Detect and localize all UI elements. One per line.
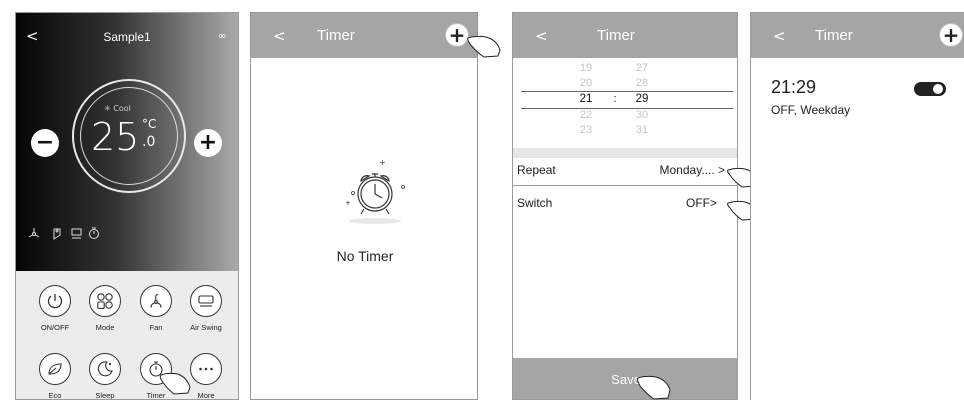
mode-label: ✳ Cool xyxy=(104,104,131,113)
svg-text:+: + xyxy=(379,158,386,167)
empty-state-text: No Timer xyxy=(336,248,394,264)
minute-option[interactable]: 30 xyxy=(627,109,657,121)
fan-status-icon xyxy=(28,228,40,238)
mode-icon xyxy=(97,293,113,309)
hour-option[interactable]: 20 xyxy=(571,77,601,89)
timer-list-screen: < Timer + 21:29 OFF, Weekday xyxy=(750,12,964,400)
swing-status-icon xyxy=(53,228,61,240)
header-bar: < Timer + xyxy=(751,13,964,58)
hour-option[interactable]: 19 xyxy=(571,62,601,74)
more-options-icon[interactable]: ∞ xyxy=(218,31,226,42)
timer-description: OFF, Weekday xyxy=(771,103,851,117)
page-title: Timer xyxy=(597,27,635,44)
timer-status-icon xyxy=(89,227,99,239)
fan-button[interactable] xyxy=(140,285,172,317)
moon-icon xyxy=(97,361,113,377)
fan-label: Fan xyxy=(149,323,163,332)
timer-edit-screen: < Timer 19 20 21 22 23 : 27 28 29 30 31 … xyxy=(512,12,738,400)
sleep-label: Sleep xyxy=(95,391,115,400)
picker-divider xyxy=(521,91,733,92)
add-timer-button[interactable]: + xyxy=(939,23,963,47)
status-icons xyxy=(28,227,99,240)
repeat-value: Monday.... > xyxy=(659,163,725,177)
switch-row[interactable]: Switch OFF> xyxy=(513,196,737,218)
air-swing-button[interactable] xyxy=(190,285,222,317)
increase-temperature-button[interactable]: + xyxy=(194,129,222,157)
leaf-icon xyxy=(48,363,62,375)
picker-divider xyxy=(521,108,733,109)
fan-icon xyxy=(150,293,162,308)
back-button[interactable]: < xyxy=(273,27,286,45)
repeat-label: Repeat xyxy=(517,163,556,177)
mode-button[interactable] xyxy=(89,285,121,317)
pointing-hand-icon xyxy=(637,375,671,400)
timer-time: 21:29 xyxy=(771,77,817,97)
selected-minute[interactable]: 29 xyxy=(627,93,657,105)
temperature-decimal: .0 xyxy=(142,134,156,150)
row-divider xyxy=(513,185,737,186)
time-separator: : xyxy=(613,93,617,105)
temperature-value: 25 xyxy=(91,115,140,159)
pointing-hand-icon xyxy=(159,372,191,395)
temperature-unit: °C xyxy=(142,117,157,131)
minute-option[interactable]: 27 xyxy=(627,62,657,74)
save-button-label: Save xyxy=(611,372,641,387)
control-button-panel: ON/OFF Mode Fan Air Swing Eco Sleep Time… xyxy=(16,271,238,400)
on-off-label: ON/OFF xyxy=(40,323,70,332)
minute-option[interactable]: 28 xyxy=(627,77,657,89)
sleep-button[interactable] xyxy=(89,353,121,385)
timer-toggle-switch[interactable] xyxy=(914,82,946,96)
alarm-clock-icon: + + xyxy=(345,158,405,224)
hour-option[interactable]: 23 xyxy=(571,124,601,136)
save-button[interactable]: Save xyxy=(513,358,737,399)
back-button[interactable]: < xyxy=(535,27,548,45)
switch-value: OFF> xyxy=(685,196,717,210)
toggle-knob xyxy=(933,84,943,94)
mode-label-text: Mode xyxy=(95,323,115,332)
section-separator xyxy=(513,148,737,158)
page-title: Timer xyxy=(317,27,355,44)
header-bar: < Timer + xyxy=(251,13,477,58)
minute-option[interactable]: 31 xyxy=(627,124,657,136)
ellipsis-icon xyxy=(199,367,213,371)
more-button[interactable] xyxy=(190,353,222,385)
switch-label: Switch xyxy=(517,196,553,210)
header-bar: < Timer xyxy=(513,13,737,58)
selected-hour[interactable]: 21 xyxy=(571,93,601,105)
svg-text:+: + xyxy=(345,199,351,207)
eco-button[interactable] xyxy=(39,353,71,385)
eco-label: Eco xyxy=(48,391,62,400)
power-icon xyxy=(47,294,63,309)
swing-icon xyxy=(198,295,214,307)
on-off-button[interactable] xyxy=(39,285,71,317)
ac-control-screen: < Sample1 ∞ ✳ Cool 25 °C .0 − + ON/OFF M… xyxy=(15,12,239,400)
decrease-temperature-button[interactable]: − xyxy=(31,129,59,157)
device-title: Sample1 xyxy=(103,30,151,44)
page-title: Timer xyxy=(815,27,853,44)
hour-option[interactable]: 22 xyxy=(571,109,601,121)
repeat-row[interactable]: Repeat Monday.... > xyxy=(513,163,737,185)
back-button[interactable]: < xyxy=(773,27,786,45)
ac-status-area: < Sample1 ∞ ✳ Cool 25 °C .0 − + xyxy=(16,13,238,271)
display-status-icon xyxy=(71,228,82,239)
timer-list-empty-screen: < Timer + + + No Timer xyxy=(250,12,478,400)
air-swing-label: Air Swing xyxy=(190,323,222,332)
pointing-hand-icon xyxy=(467,35,501,58)
